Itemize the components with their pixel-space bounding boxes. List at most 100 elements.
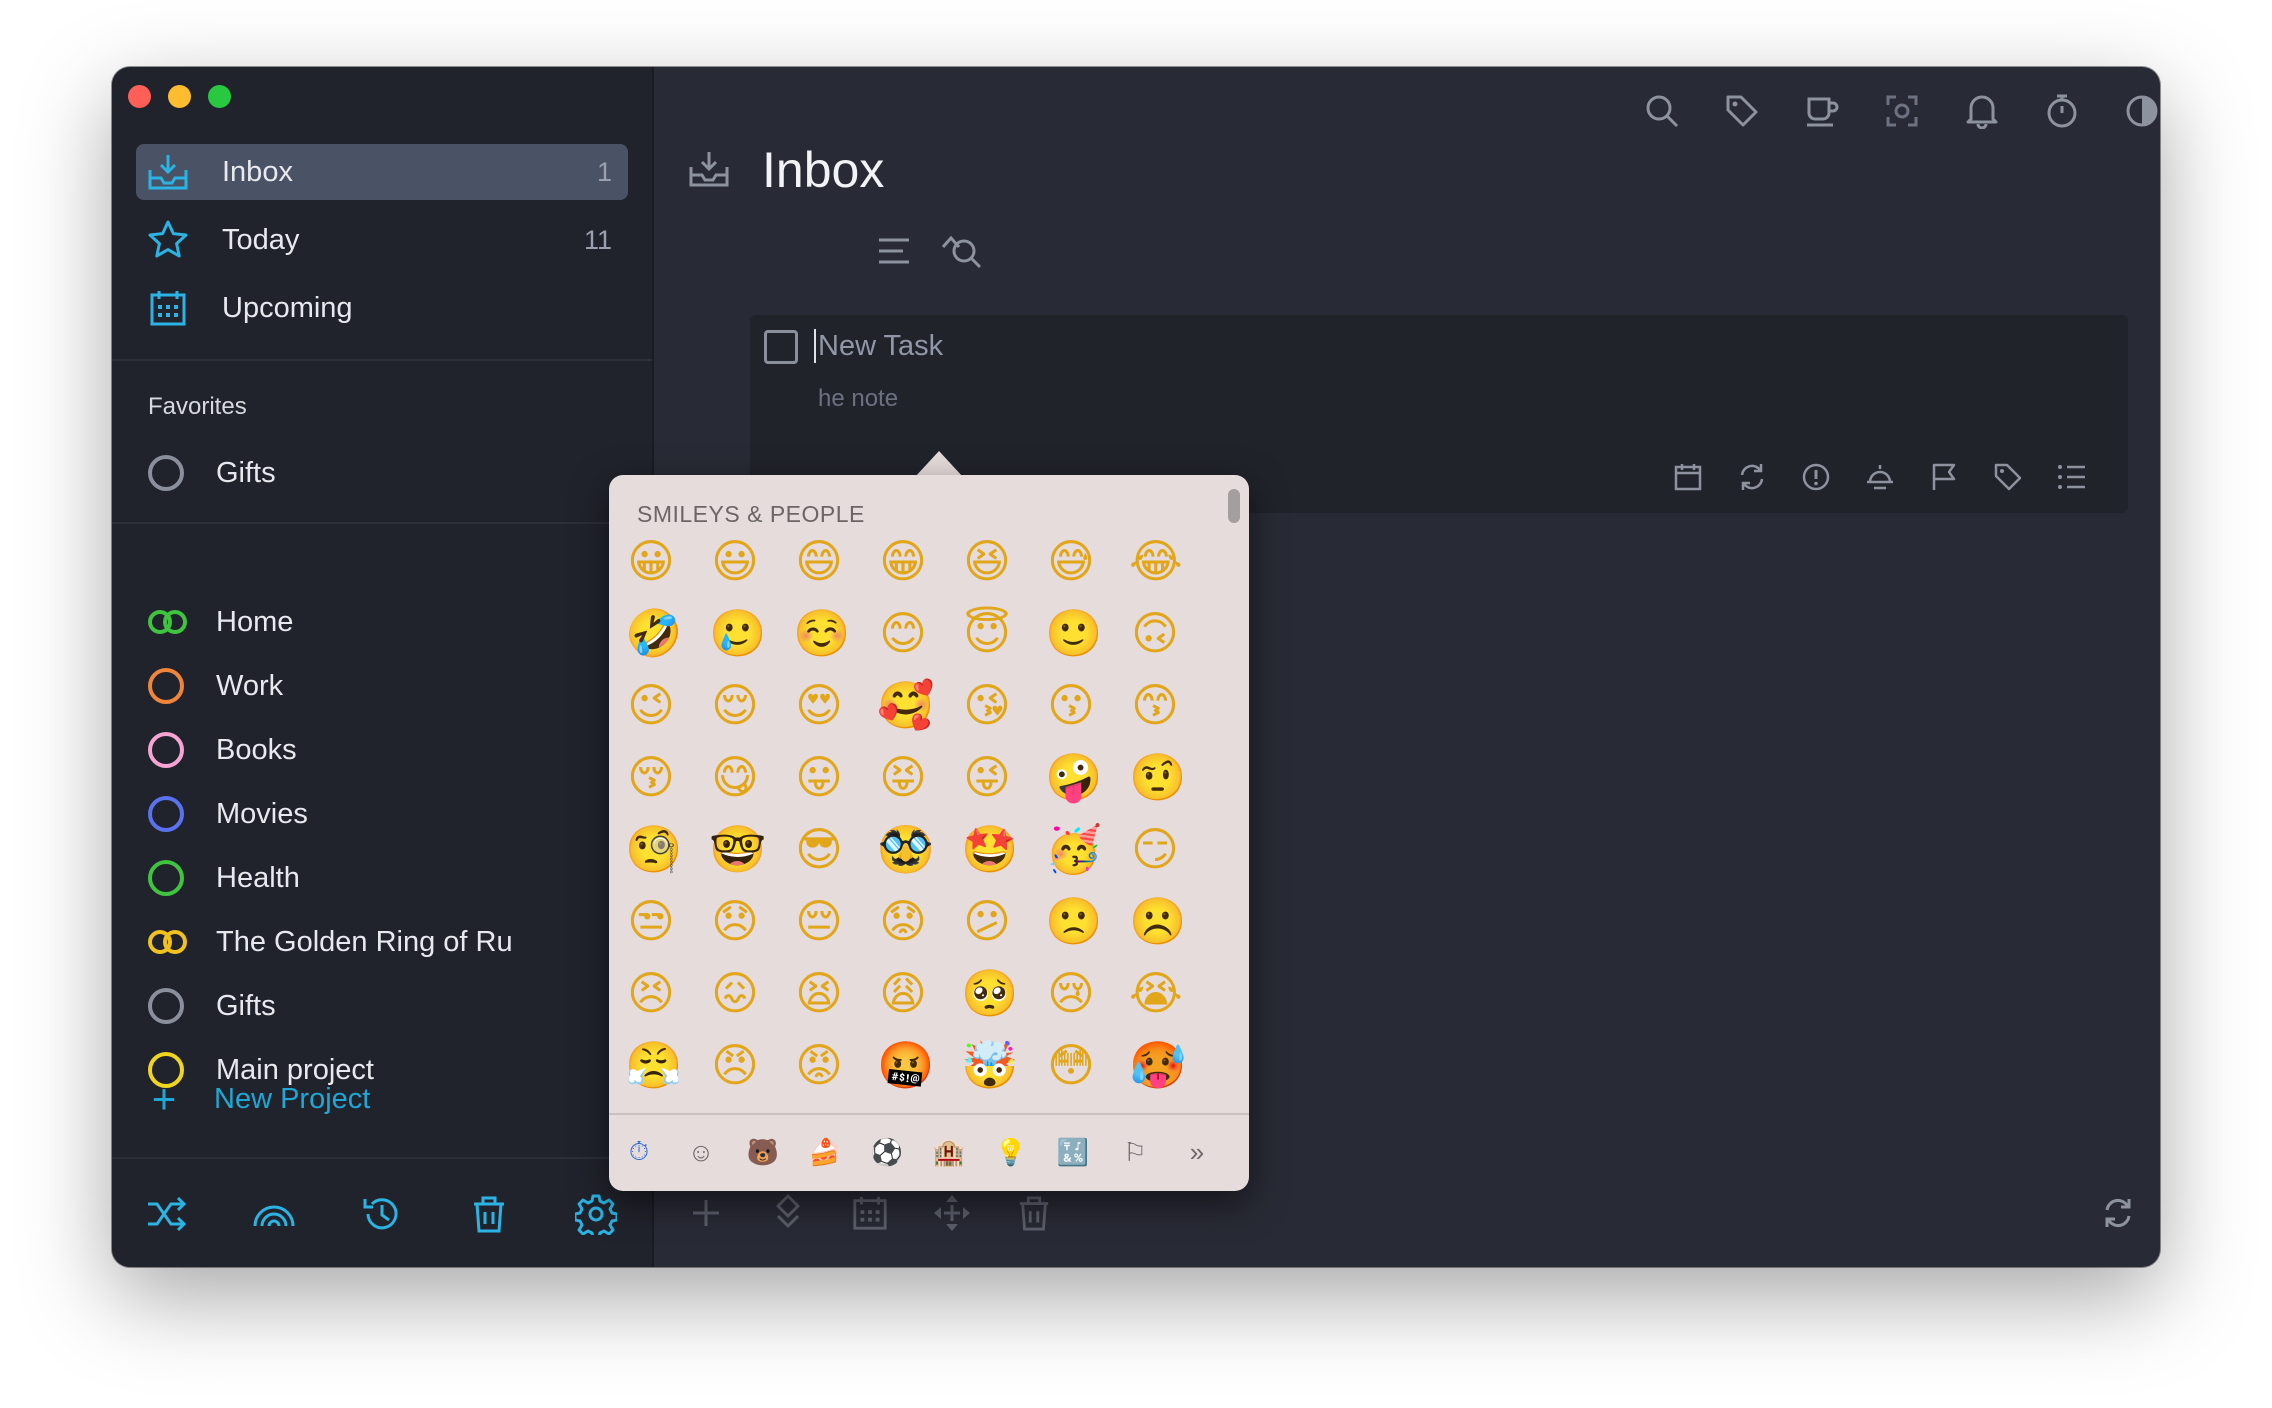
theme-contrast-icon[interactable] <box>2118 87 2160 135</box>
reminder-icon[interactable] <box>1858 455 1902 499</box>
search-icon[interactable] <box>1638 87 1686 135</box>
emoji-item[interactable]: 🥵 <box>1129 1039 1186 1091</box>
emoji-item[interactable]: 😃 <box>709 535 761 587</box>
rainbow-icon[interactable] <box>249 1189 299 1239</box>
task-checkbox[interactable] <box>764 330 798 364</box>
emoji-item[interactable]: 🥲 <box>709 607 766 659</box>
trash-icon[interactable] <box>464 1189 514 1239</box>
smiley-icon[interactable]: ☺ <box>679 1130 723 1174</box>
repeat-icon[interactable] <box>1730 455 1774 499</box>
emoji-item[interactable]: 🥸 <box>877 823 934 875</box>
emoji-item[interactable]: 😩 <box>877 967 929 1019</box>
emoji-item[interactable]: 😕 <box>961 895 1013 947</box>
project-item[interactable]: Health <box>148 853 300 903</box>
emoji-item[interactable]: 😟 <box>877 895 929 947</box>
recent-icon[interactable]: ⏱ <box>617 1130 661 1174</box>
emoji-item[interactable]: 😍 <box>793 679 845 731</box>
project-item[interactable]: Work <box>148 661 283 711</box>
emoji-item[interactable]: 😅 <box>1045 535 1097 587</box>
emoji-item[interactable]: 😗 <box>1045 679 1097 731</box>
emoji-item[interactable]: 😢 <box>1045 967 1097 1019</box>
emoji-item[interactable]: 😭 <box>1129 967 1183 1019</box>
more-categories-icon[interactable]: » <box>1175 1130 1219 1174</box>
tag-icon[interactable] <box>1718 87 1766 135</box>
gear-icon[interactable] <box>571 1189 621 1239</box>
emoji-item[interactable]: 😆 <box>961 535 1013 587</box>
emoji-item[interactable]: 😔 <box>793 895 845 947</box>
emoji-item[interactable]: 😀 <box>625 535 677 587</box>
emoji-item[interactable]: 🥳 <box>1045 823 1102 875</box>
close-window-button[interactable] <box>128 85 151 108</box>
new-project-button[interactable]: + New Project <box>148 1075 371 1123</box>
search-filter-icon[interactable] <box>938 227 986 275</box>
checklist-icon[interactable] <box>2050 455 2094 499</box>
emoji-item[interactable]: 😫 <box>793 967 845 1019</box>
emoji-item[interactable]: 😝 <box>877 751 929 803</box>
emoji-item[interactable]: 😇 <box>961 607 1013 659</box>
sidebar-item-today[interactable]: Today 11 <box>136 212 628 268</box>
coffee-cup-icon[interactable] <box>1798 87 1846 135</box>
emoji-item[interactable]: 😋 <box>709 751 761 803</box>
emoji-item[interactable]: 😁 <box>877 535 929 587</box>
emoji-item[interactable]: 😣 <box>625 967 677 1019</box>
history-icon[interactable] <box>357 1189 407 1239</box>
symbol-icon[interactable]: 🔣 <box>1051 1130 1095 1174</box>
emoji-item[interactable]: 🥺 <box>961 967 1018 1019</box>
emoji-item[interactable]: 😙 <box>1129 679 1181 731</box>
emoji-item[interactable]: 😂 <box>1129 535 1183 587</box>
emoji-item[interactable]: 🤪 <box>1045 751 1102 803</box>
priority-icon[interactable] <box>1794 455 1838 499</box>
emoji-item[interactable]: 🤩 <box>961 823 1018 875</box>
emoji-item[interactable]: 🥰 <box>877 679 934 731</box>
emoji-item[interactable]: 😳 <box>1045 1039 1097 1091</box>
emoji-item[interactable]: 😜 <box>961 751 1013 803</box>
trash-icon[interactable] <box>1010 1189 1058 1237</box>
emoji-item[interactable]: 😡 <box>793 1039 845 1091</box>
emoji-item[interactable]: 😛 <box>793 751 845 803</box>
task-title-input[interactable]: New Task <box>814 329 943 363</box>
flag-icon[interactable]: ⚐ <box>1113 1130 1157 1174</box>
emoji-item[interactable]: 😠 <box>709 1039 761 1091</box>
emoji-item[interactable]: 🙃 <box>1129 607 1181 659</box>
emoji-item[interactable]: 😒 <box>625 895 677 947</box>
flag-icon[interactable] <box>1922 455 1966 499</box>
emoji-item[interactable]: 🤨 <box>1129 751 1186 803</box>
emoji-item[interactable]: 😘 <box>961 679 1013 731</box>
project-item[interactable]: Home <box>148 597 293 647</box>
emoji-item[interactable]: 🤣 <box>625 607 682 659</box>
sidebar-item-upcoming[interactable]: Upcoming <box>136 280 628 336</box>
list-view-icon[interactable] <box>870 227 918 275</box>
sync-icon[interactable] <box>2094 1189 2142 1237</box>
object-icon[interactable]: 💡 <box>989 1130 1033 1174</box>
emoji-item[interactable]: ☺️ <box>793 607 850 659</box>
zoom-window-button[interactable] <box>208 85 231 108</box>
emoji-item[interactable]: 😚 <box>625 751 677 803</box>
emoji-item[interactable]: 😎 <box>793 823 845 875</box>
animal-icon[interactable]: 🐻 <box>741 1130 785 1174</box>
emoji-item[interactable]: 😌 <box>709 679 761 731</box>
emoji-item[interactable]: 🤓 <box>709 823 766 875</box>
shuffle-icon[interactable] <box>142 1189 192 1239</box>
add-task-icon[interactable] <box>682 1189 730 1237</box>
timer-icon[interactable] <box>2038 87 2086 135</box>
travel-icon[interactable]: 🏨 <box>927 1130 971 1174</box>
bell-icon[interactable] <box>1958 87 2006 135</box>
emoji-item[interactable]: 🙁 <box>1045 895 1102 947</box>
food-icon[interactable]: 🍰 <box>803 1130 847 1174</box>
project-item[interactable]: The Golden Ring of Ru <box>148 917 513 967</box>
favorite-item-gifts[interactable]: Gifts <box>148 448 276 498</box>
task-note-input[interactable]: he note <box>818 385 898 413</box>
emoji-item[interactable]: 🧐 <box>625 823 682 875</box>
emoji-item[interactable]: 🤬 <box>877 1039 934 1091</box>
activity-icon[interactable]: ⚽ <box>865 1130 909 1174</box>
project-item[interactable]: Movies <box>148 789 308 839</box>
emoji-item[interactable]: 😄 <box>793 535 845 587</box>
date-icon[interactable] <box>1666 455 1710 499</box>
emoji-item[interactable]: 🤯 <box>961 1039 1018 1091</box>
emoji-item[interactable]: 😤 <box>625 1039 682 1091</box>
emoji-item[interactable]: 😊 <box>877 607 929 659</box>
picker-scrollbar[interactable] <box>1228 489 1240 523</box>
calendar-icon[interactable] <box>846 1189 894 1237</box>
emoji-item[interactable]: 😏 <box>1129 823 1181 875</box>
minimize-window-button[interactable] <box>168 85 191 108</box>
